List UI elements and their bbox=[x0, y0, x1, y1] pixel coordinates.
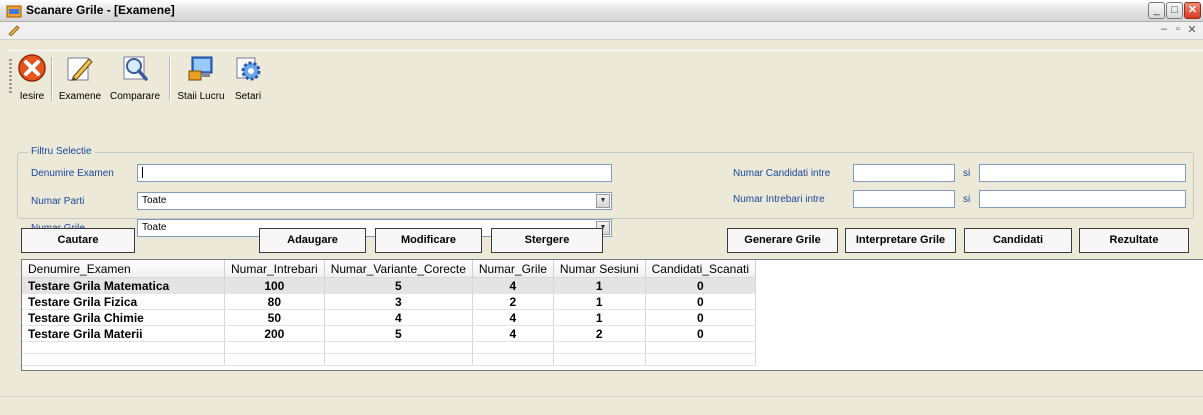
column-header[interactable]: Numar_Variante_Corecte bbox=[324, 260, 473, 278]
toolbar-separator bbox=[51, 57, 53, 101]
close-button[interactable]: ✕ bbox=[1184, 2, 1201, 19]
cell-intrebari: 50 bbox=[224, 309, 325, 326]
cell-denumire: Testare Grila Fizica bbox=[22, 293, 225, 310]
examene-table: Denumire_Examen Numar_Intrebari Numar_Va… bbox=[22, 260, 757, 366]
candidati-min-input[interactable] bbox=[853, 164, 955, 182]
cell-variante: 5 bbox=[324, 325, 473, 342]
statii-lucru-button[interactable]: Staii Lucru bbox=[174, 51, 228, 105]
adaugare-button[interactable]: Adaugare bbox=[259, 228, 366, 253]
gear-icon bbox=[236, 57, 261, 81]
numar-parti-label: Numar Parti bbox=[31, 196, 85, 207]
cell-grile: 4 bbox=[472, 277, 554, 294]
cell-candidati: 0 bbox=[645, 277, 757, 294]
document-edit-icon bbox=[8, 25, 20, 36]
generare-grile-button[interactable]: Generare Grile bbox=[727, 228, 838, 253]
column-header[interactable]: Denumire_Examen bbox=[22, 260, 225, 278]
setari-label: Setari bbox=[234, 91, 262, 102]
cell-grile: 4 bbox=[472, 309, 554, 326]
toolbar-separator bbox=[169, 57, 171, 101]
candidati-si-label: si bbox=[963, 168, 971, 179]
iesire-label: Iesire bbox=[19, 91, 45, 102]
column-header[interactable]: Candidati_Scanati bbox=[645, 260, 757, 278]
toolbar: Iesire Examene Comparare Staii Lucru Set… bbox=[8, 50, 1203, 106]
cell-variante: 5 bbox=[324, 277, 473, 294]
table-row[interactable]: Testare Grila Fizica 80 3 2 1 0 bbox=[22, 293, 757, 310]
table-row[interactable]: Testare Grila Materii 200 5 4 2 0 bbox=[22, 325, 757, 342]
intrebari-si-label: si bbox=[963, 194, 971, 205]
numar-intrebari-label: Numar Intrebari intre bbox=[733, 194, 825, 205]
table-row[interactable]: Testare Grila Matematica 100 5 4 1 0 bbox=[22, 277, 757, 294]
numar-grile-value: Toate bbox=[142, 222, 167, 233]
empty-row bbox=[22, 353, 757, 366]
status-bar bbox=[0, 396, 1203, 415]
setari-button[interactable]: Setari bbox=[230, 51, 266, 105]
cell-grile: 2 bbox=[472, 293, 554, 310]
denumire-examen-label: Denumire Examen bbox=[31, 168, 114, 179]
mdi-restore-button[interactable]: ▫ bbox=[1172, 23, 1184, 35]
numar-parti-value: Toate bbox=[142, 195, 167, 206]
cell-intrebari: 100 bbox=[224, 277, 325, 294]
stergere-button[interactable]: Stergere bbox=[491, 228, 603, 253]
comparare-label: Comparare bbox=[109, 91, 161, 102]
edit-pencil-icon bbox=[67, 57, 93, 81]
numar-candidati-label: Numar Candidati intre bbox=[733, 168, 831, 179]
cell-candidati: 0 bbox=[645, 309, 757, 326]
mdi-bar: – ▫ ✕ bbox=[0, 22, 1203, 40]
mdi-close-button[interactable]: ✕ bbox=[1186, 23, 1198, 36]
intrebari-min-input[interactable] bbox=[853, 190, 955, 208]
interpretare-grile-button[interactable]: Interpretare Grile bbox=[845, 228, 956, 253]
chevron-down-icon[interactable]: ▼ bbox=[596, 194, 610, 208]
cell-sesiuni: 2 bbox=[553, 325, 646, 342]
statii-lucru-label: Staii Lucru bbox=[177, 91, 225, 102]
window-title: Scanare Grile - [Examene] bbox=[26, 3, 175, 17]
cell-intrebari: 200 bbox=[224, 325, 325, 342]
numar-parti-dropdown[interactable]: Toate ▼ bbox=[137, 192, 612, 210]
magnifier-icon bbox=[123, 56, 148, 81]
cell-variante: 4 bbox=[324, 309, 473, 326]
iesire-button[interactable]: Iesire bbox=[16, 51, 48, 105]
cell-candidati: 0 bbox=[645, 325, 757, 342]
examene-label: Examene bbox=[58, 91, 102, 102]
cell-sesiuni: 1 bbox=[553, 277, 646, 294]
mdi-minimize-button[interactable]: – bbox=[1158, 23, 1170, 35]
column-header[interactable]: Numar_Grile bbox=[472, 260, 554, 278]
cell-variante: 3 bbox=[324, 293, 473, 310]
rezultate-button[interactable]: Rezultate bbox=[1079, 228, 1189, 253]
cautare-button[interactable]: Cautare bbox=[21, 228, 135, 253]
minimize-button[interactable]: _ bbox=[1148, 2, 1165, 19]
cell-candidati: 0 bbox=[645, 293, 757, 310]
candidati-max-input[interactable] bbox=[979, 164, 1186, 182]
cell-denumire: Testare Grila Chimie bbox=[22, 309, 225, 326]
denumire-examen-input[interactable] bbox=[137, 164, 612, 182]
exit-x-icon bbox=[18, 54, 46, 82]
header-row: Denumire_Examen Numar_Intrebari Numar_Va… bbox=[22, 260, 757, 278]
modificare-button[interactable]: Modificare bbox=[375, 228, 482, 253]
filter-legend: Filtru Selectie bbox=[28, 146, 95, 157]
examene-grid[interactable]: Denumire_Examen Numar_Intrebari Numar_Va… bbox=[21, 259, 1203, 371]
empty-row bbox=[22, 341, 757, 354]
cell-denumire: Testare Grila Matematica bbox=[22, 277, 225, 294]
title-bar: Scanare Grile - [Examene] _ □ ✕ bbox=[0, 0, 1203, 22]
app-icon bbox=[6, 5, 22, 18]
column-header[interactable]: Numar Sesiuni bbox=[553, 260, 646, 278]
examene-button[interactable]: Examene bbox=[56, 51, 104, 105]
cell-intrebari: 80 bbox=[224, 293, 325, 310]
table-row[interactable]: Testare Grila Chimie 50 4 4 1 0 bbox=[22, 309, 757, 326]
cell-sesiuni: 1 bbox=[553, 309, 646, 326]
intrebari-max-input[interactable] bbox=[979, 190, 1186, 208]
cell-sesiuni: 1 bbox=[553, 293, 646, 310]
cell-grile: 4 bbox=[472, 325, 554, 342]
maximize-button[interactable]: □ bbox=[1166, 2, 1183, 19]
toolbar-grip[interactable] bbox=[9, 59, 12, 95]
candidati-button[interactable]: Candidati bbox=[964, 228, 1072, 253]
text-caret bbox=[142, 166, 143, 178]
comparare-button[interactable]: Comparare bbox=[107, 51, 163, 105]
workstation-icon bbox=[188, 56, 213, 81]
column-header[interactable]: Numar_Intrebari bbox=[224, 260, 325, 278]
cell-denumire: Testare Grila Materii bbox=[22, 325, 225, 342]
